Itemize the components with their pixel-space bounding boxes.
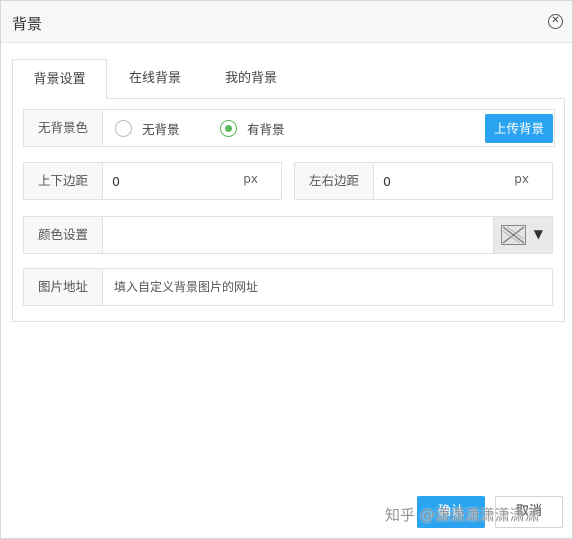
cancel-button[interactable]: 取消 <box>495 496 563 528</box>
tab-bar: 背景设置 在线背景 我的背景 <box>12 59 565 99</box>
close-icon[interactable]: ✕ <box>548 14 563 29</box>
vertical-margin-input[interactable] <box>112 172 232 190</box>
image-url-row: 图片地址 <box>23 268 553 306</box>
background-color-row: 无背景色 无背景 有背景 上传背景 <box>23 109 555 147</box>
background-color-label: 无背景色 <box>24 110 103 146</box>
dialog-title: 背景 <box>12 15 43 33</box>
image-url-label: 图片地址 <box>24 269 103 305</box>
triangle-down-icon: ▼ <box>533 227 543 241</box>
image-url-input[interactable] <box>114 278 534 296</box>
no-color-swatch-icon <box>501 225 526 245</box>
color-setting-row: 颜色设置 ▼ <box>23 216 553 254</box>
radio-unchecked-icon <box>115 119 132 137</box>
vertical-margin-row: 上下边距 px <box>23 162 282 200</box>
color-value-input[interactable] <box>104 217 492 253</box>
color-setting-label: 颜色设置 <box>24 217 103 253</box>
horizontal-margin-input[interactable] <box>383 172 503 190</box>
horizontal-margin-row: 左右边距 px <box>294 162 553 200</box>
horizontal-margin-label: 左右边距 <box>295 163 374 199</box>
radio-has-background-label: 有背景 <box>247 121 285 137</box>
dialog-titlebar: 背景 ✕ <box>1 1 572 43</box>
settings-panel: 无背景色 无背景 有背景 上传背景 上下边距 px 左右边距 px 颜色设置 <box>12 98 565 322</box>
background-dialog: 背景 ✕ 背景设置 在线背景 我的背景 无背景色 无背景 有背景 上传背景 上下… <box>0 0 573 539</box>
radio-no-background[interactable]: 无背景 <box>115 110 180 146</box>
tab-online-backgrounds[interactable]: 在线背景 <box>112 59 198 99</box>
radio-no-background-label: 无背景 <box>142 121 180 137</box>
radio-has-background[interactable]: 有背景 <box>220 110 285 146</box>
tab-background-settings[interactable]: 背景设置 <box>12 59 107 99</box>
vertical-margin-label: 上下边距 <box>24 163 103 199</box>
confirm-button[interactable]: 确认 <box>417 496 485 528</box>
upload-background-button[interactable]: 上传背景 <box>485 114 553 143</box>
vertical-margin-unit: px <box>243 172 258 186</box>
radio-checked-icon <box>220 119 237 137</box>
tab-my-backgrounds[interactable]: 我的背景 <box>208 59 294 99</box>
color-picker-button[interactable]: ▼ <box>493 217 552 253</box>
horizontal-margin-unit: px <box>514 172 529 186</box>
